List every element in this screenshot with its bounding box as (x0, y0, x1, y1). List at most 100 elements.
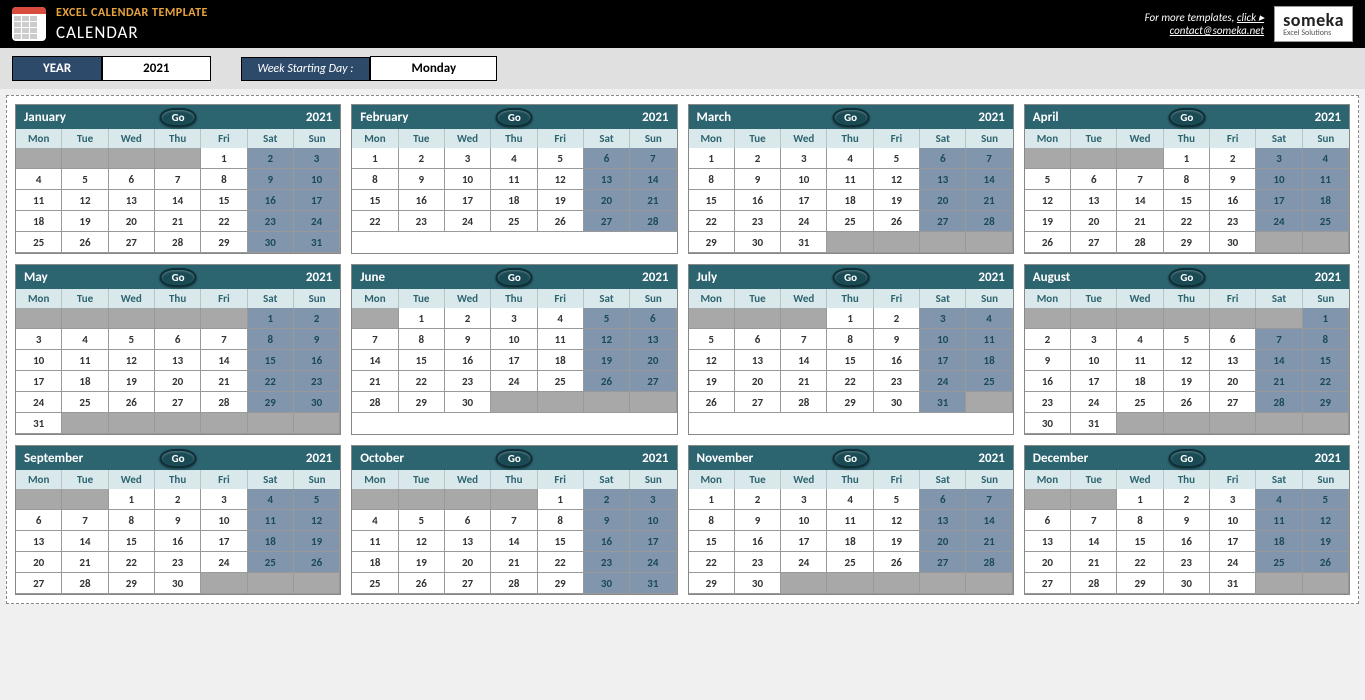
day-cell[interactable]: 1 (689, 489, 735, 510)
day-cell[interactable]: 15 (352, 190, 398, 211)
day-cell[interactable]: 31 (630, 573, 676, 594)
day-cell[interactable]: 18 (827, 531, 873, 552)
day-cell[interactable]: 13 (16, 531, 62, 552)
week-start-input[interactable]: Monday (370, 56, 497, 81)
day-cell[interactable]: 21 (781, 371, 827, 392)
day-cell[interactable]: 28 (62, 573, 108, 594)
day-cell[interactable]: 4 (1256, 489, 1302, 510)
day-cell[interactable]: 6 (16, 510, 62, 531)
day-cell[interactable]: 20 (1071, 211, 1117, 232)
day-cell[interactable]: 5 (1025, 169, 1071, 190)
day-cell[interactable]: 21 (1256, 371, 1302, 392)
day-cell[interactable]: 23 (584, 552, 630, 573)
day-cell[interactable]: 22 (689, 211, 735, 232)
day-cell[interactable]: 27 (1025, 573, 1071, 594)
day-cell[interactable]: 22 (689, 552, 735, 573)
day-cell[interactable]: 31 (1210, 573, 1256, 594)
day-cell[interactable]: 30 (155, 573, 201, 594)
day-cell[interactable]: 16 (1210, 190, 1256, 211)
day-cell[interactable]: 29 (538, 573, 584, 594)
day-cell[interactable]: 14 (352, 350, 398, 371)
day-cell[interactable]: 9 (735, 169, 781, 190)
day-cell[interactable]: 20 (920, 190, 966, 211)
day-cell[interactable]: 25 (16, 232, 62, 253)
day-cell[interactable]: 16 (399, 190, 445, 211)
go-button[interactable]: Go (832, 449, 869, 468)
day-cell[interactable]: 24 (1071, 392, 1117, 413)
day-cell[interactable]: 4 (827, 489, 873, 510)
day-cell[interactable]: 4 (966, 308, 1012, 329)
day-cell[interactable]: 31 (1071, 413, 1117, 434)
day-cell[interactable]: 8 (248, 329, 294, 350)
day-cell[interactable]: 19 (294, 531, 340, 552)
day-cell[interactable]: 25 (491, 211, 537, 232)
day-cell[interactable]: 6 (109, 169, 155, 190)
day-cell[interactable]: 7 (155, 169, 201, 190)
go-button[interactable]: Go (832, 108, 869, 127)
day-cell[interactable]: 28 (1117, 232, 1163, 253)
day-cell[interactable]: 6 (920, 489, 966, 510)
day-cell[interactable]: 6 (1210, 329, 1256, 350)
day-cell[interactable]: 19 (874, 190, 920, 211)
day-cell[interactable]: 3 (1210, 489, 1256, 510)
day-cell[interactable]: 27 (630, 371, 676, 392)
day-cell[interactable]: 17 (445, 190, 491, 211)
day-cell[interactable]: 24 (1210, 552, 1256, 573)
day-cell[interactable]: 11 (1117, 350, 1163, 371)
day-cell[interactable]: 8 (538, 510, 584, 531)
day-cell[interactable]: 15 (689, 531, 735, 552)
day-cell[interactable]: 4 (827, 148, 873, 169)
day-cell[interactable]: 9 (294, 329, 340, 350)
day-cell[interactable]: 15 (689, 190, 735, 211)
day-cell[interactable]: 8 (352, 169, 398, 190)
day-cell[interactable]: 1 (1164, 148, 1210, 169)
day-cell[interactable]: 12 (1025, 190, 1071, 211)
day-cell[interactable]: 7 (1117, 169, 1163, 190)
day-cell[interactable]: 21 (352, 371, 398, 392)
day-cell[interactable]: 14 (201, 350, 247, 371)
day-cell[interactable]: 25 (1303, 211, 1349, 232)
day-cell[interactable]: 13 (920, 169, 966, 190)
day-cell[interactable]: 10 (1256, 169, 1302, 190)
day-cell[interactable]: 13 (1210, 350, 1256, 371)
day-cell[interactable]: 8 (1303, 329, 1349, 350)
day-cell[interactable]: 24 (781, 211, 827, 232)
day-cell[interactable]: 28 (352, 392, 398, 413)
day-cell[interactable]: 8 (1117, 510, 1163, 531)
go-button[interactable]: Go (1168, 268, 1205, 287)
day-cell[interactable]: 25 (352, 573, 398, 594)
day-cell[interactable]: 16 (248, 190, 294, 211)
day-cell[interactable]: 14 (1071, 531, 1117, 552)
day-cell[interactable]: 1 (689, 148, 735, 169)
day-cell[interactable]: 16 (445, 350, 491, 371)
day-cell[interactable]: 6 (735, 329, 781, 350)
day-cell[interactable]: 13 (1071, 190, 1117, 211)
day-cell[interactable]: 23 (1025, 392, 1071, 413)
day-cell[interactable]: 11 (248, 510, 294, 531)
day-cell[interactable]: 27 (920, 211, 966, 232)
day-cell[interactable]: 17 (630, 531, 676, 552)
day-cell[interactable]: 21 (62, 552, 108, 573)
day-cell[interactable]: 25 (1117, 392, 1163, 413)
day-cell[interactable]: 28 (491, 573, 537, 594)
day-cell[interactable]: 24 (630, 552, 676, 573)
day-cell[interactable]: 14 (966, 169, 1012, 190)
day-cell[interactable]: 28 (1071, 573, 1117, 594)
day-cell[interactable]: 14 (62, 531, 108, 552)
day-cell[interactable]: 5 (874, 148, 920, 169)
day-cell[interactable]: 22 (1164, 211, 1210, 232)
day-cell[interactable]: 11 (1256, 510, 1302, 531)
day-cell[interactable]: 15 (109, 531, 155, 552)
day-cell[interactable]: 11 (966, 329, 1012, 350)
day-cell[interactable]: 11 (1303, 169, 1349, 190)
day-cell[interactable]: 8 (201, 169, 247, 190)
day-cell[interactable]: 17 (1256, 190, 1302, 211)
day-cell[interactable]: 5 (62, 169, 108, 190)
day-cell[interactable]: 8 (689, 169, 735, 190)
day-cell[interactable]: 19 (689, 371, 735, 392)
day-cell[interactable]: 7 (1071, 510, 1117, 531)
day-cell[interactable]: 6 (1025, 510, 1071, 531)
day-cell[interactable]: 5 (538, 148, 584, 169)
day-cell[interactable]: 30 (1025, 413, 1071, 434)
day-cell[interactable]: 12 (1303, 510, 1349, 531)
